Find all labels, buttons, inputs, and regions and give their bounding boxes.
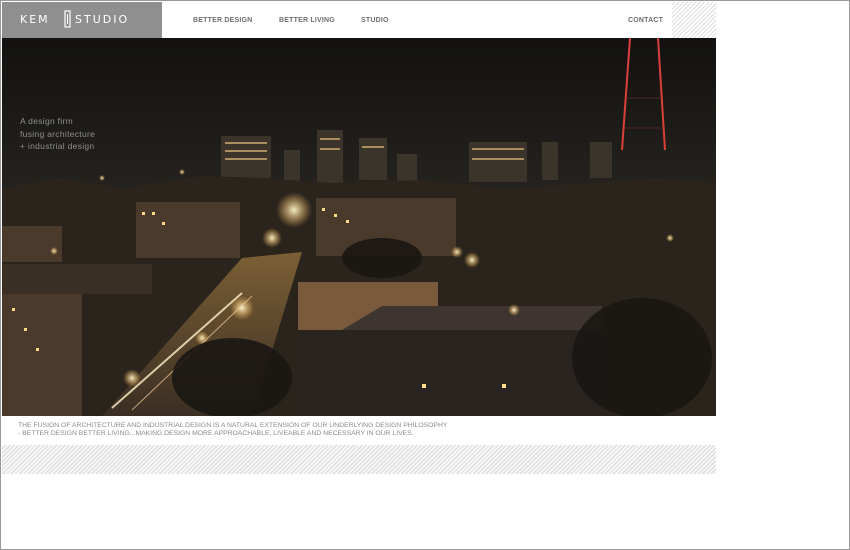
night-skyline-image [2, 38, 716, 416]
nav-better-design[interactable]: BETTER DESIGN [193, 17, 252, 24]
nav-better-living[interactable]: BETTER LIVING [279, 17, 335, 24]
decorative-hatch-corner [672, 2, 716, 38]
site-logo[interactable]: KEM STUDIO [2, 2, 162, 38]
philosophy-statement: THE FUSION OF ARCHITECTURE AND INDUSTRIA… [18, 422, 447, 438]
nav-studio[interactable]: STUDIO [361, 17, 389, 24]
philosophy-line: THE FUSION OF ARCHITECTURE AND INDUSTRIA… [18, 422, 448, 429]
nav-contact[interactable]: CONTACT [628, 17, 663, 24]
page-frame: KEM STUDIO BETTER DESIGN BETTER LIVING S… [0, 0, 850, 550]
logo-text-left: KEM [20, 13, 50, 26]
hero-tagline: A design firm fusing architecture + indu… [20, 115, 95, 153]
tagline-line: fusing architecture [20, 128, 96, 139]
hero-photo-night-city: A design firm fusing architecture + indu… [2, 38, 716, 416]
philosophy-line: - BETTER DESIGN BETTER LIVING...MAKING D… [18, 430, 414, 437]
tagline-line: + industrial design [20, 141, 95, 151]
main-navigation: BETTER DESIGN BETTER LIVING STUDIO CONTA… [162, 2, 672, 38]
logo-text-right: STUDIO [75, 13, 129, 26]
kem-studio-logo-mark: KEM STUDIO [20, 10, 129, 28]
decorative-hatch-band [2, 445, 716, 474]
tagline-line: A design firm [20, 116, 74, 126]
